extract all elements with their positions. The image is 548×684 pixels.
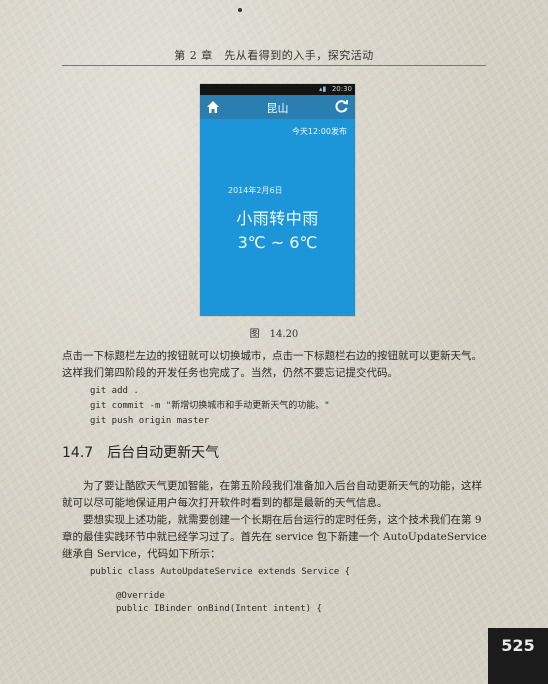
- paragraph: 要想实现上述功能，就需要创建一个长期在后台运行的定时任务，这个技术我们在第 9 …: [62, 512, 490, 563]
- page-number: 525: [488, 628, 548, 684]
- refresh-icon[interactable]: [334, 99, 349, 114]
- status-time: 20:30: [331, 85, 352, 93]
- code-line: public IBinder onBind(Intent intent) {: [116, 604, 322, 614]
- code-line: git commit -m "新增切换城市和手动更新天气的功能。": [90, 401, 330, 411]
- running-head: 第 2 章 先从看得到的入手，探究活动: [174, 49, 374, 62]
- header-rule: [62, 65, 486, 66]
- section-number: 14.7: [62, 445, 94, 461]
- city-title: 昆山: [266, 102, 289, 115]
- paragraph-text: 为了要让酷欧天气更加智能，在第五阶段我们准备加入后台自动更新天气的功能，这样就可…: [62, 480, 482, 509]
- section-title: 后台自动更新天气: [107, 445, 220, 461]
- code-line: git push origin master: [90, 416, 210, 426]
- code-line: public class AutoUpdateService extends S…: [90, 567, 351, 577]
- weather-description: 小雨转中雨: [236, 209, 319, 228]
- paragraph-text: 要想实现上述功能，就需要创建一个长期在后台运行的定时任务，这个技术我们在第 9 …: [62, 514, 487, 560]
- current-date: 2014年2月6日: [228, 186, 283, 195]
- title-bar: 昆山: [200, 95, 355, 119]
- publish-time: 今天12:00发布: [291, 127, 347, 136]
- section-heading: 14.7 后台自动更新天气: [62, 442, 219, 462]
- code-line: git add .: [90, 386, 139, 396]
- status-bar: ▴▮ 20:30: [200, 84, 355, 95]
- paragraph: 点击一下标题栏左边的按钮就可以切换城市，点击一下标题栏右边的按钮就可以更新天气。…: [62, 350, 482, 379]
- scan-mark: [238, 8, 242, 12]
- phone-screenshot: ▴▮ 20:30 昆山 今天12:00发布 2014年2月6日 小雨转中雨 3℃…: [200, 84, 355, 316]
- temperature-range: 3℃ ~ 6℃: [237, 233, 318, 252]
- figure-caption: 图 14.20: [249, 329, 299, 340]
- paragraph: 为了要让酷欧天气更加智能，在第五阶段我们准备加入后台自动更新天气的功能，这样就可…: [62, 478, 490, 512]
